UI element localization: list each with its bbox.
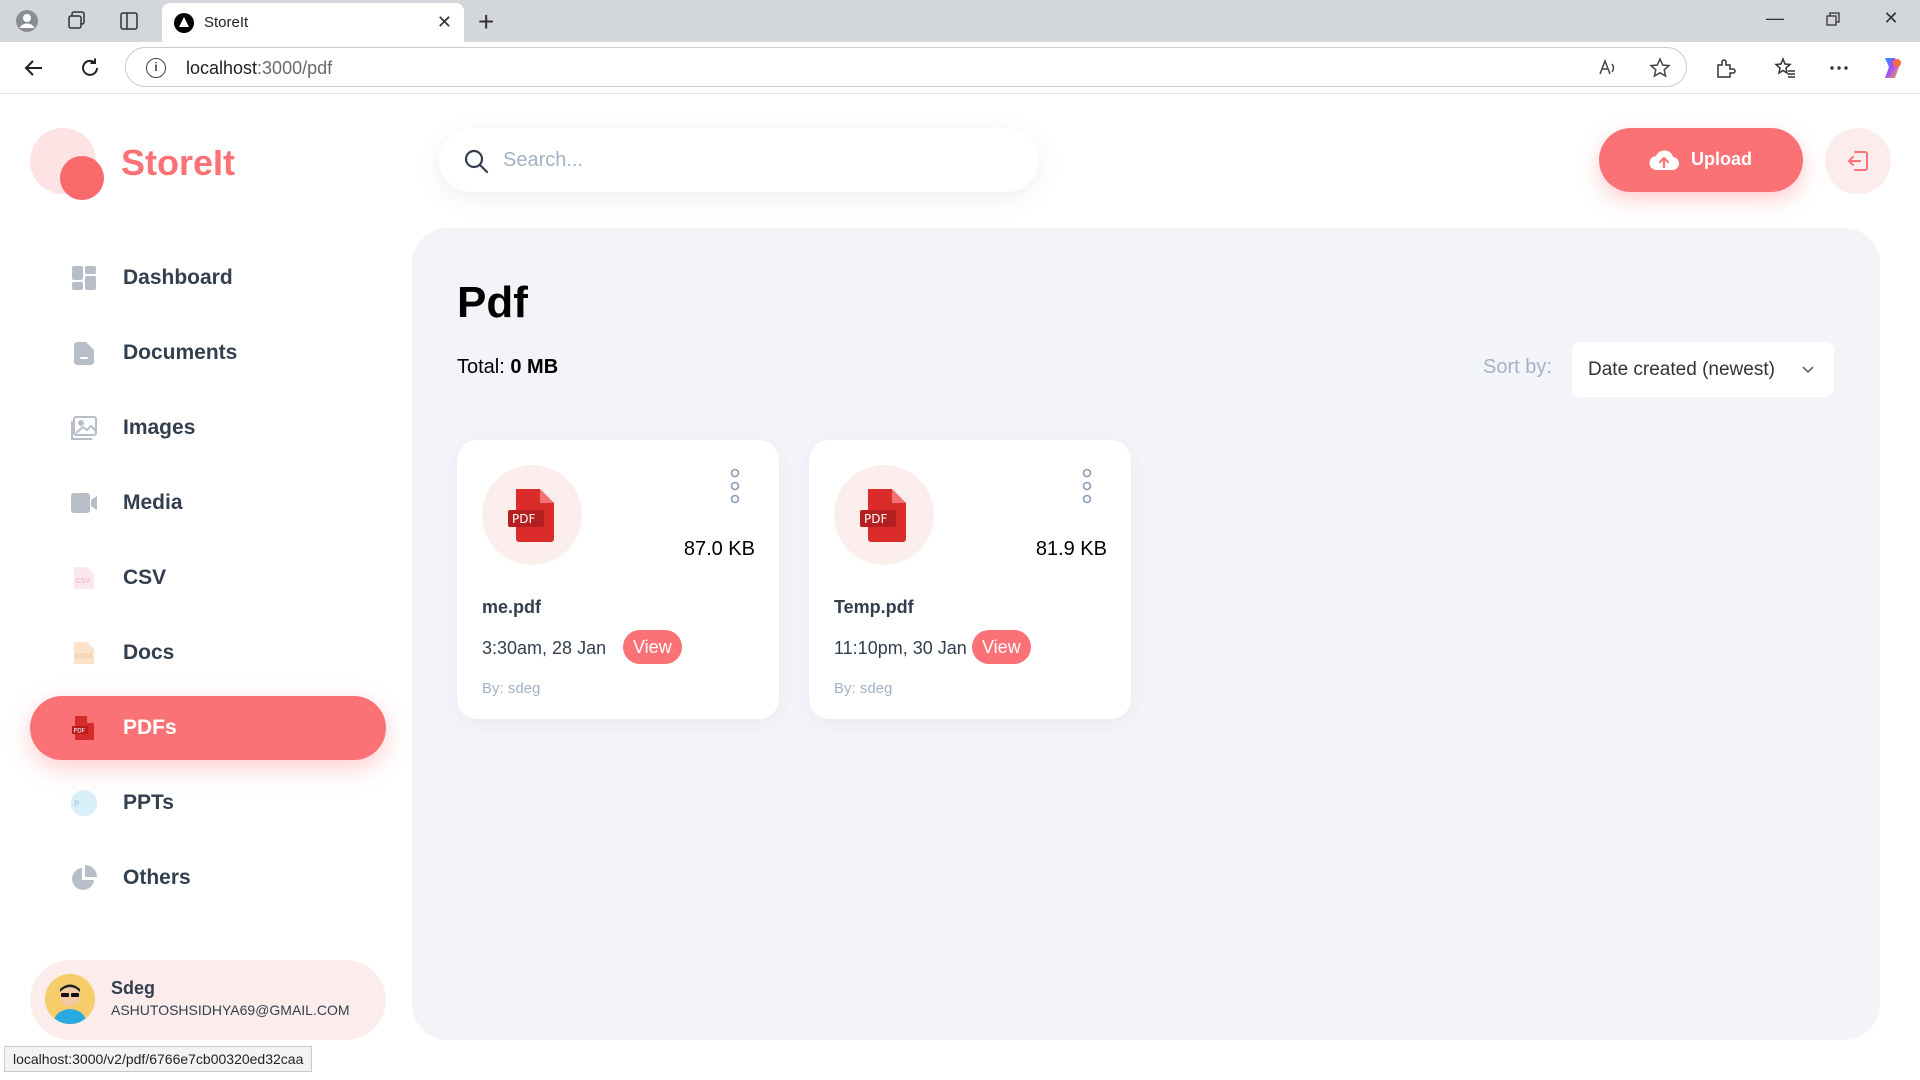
file-date: 3:30am, 28 Jan (482, 638, 607, 658)
page-title: Pdf (457, 278, 528, 327)
file-size: 81.9 KB (1035, 538, 1107, 560)
view-button[interactable]: View (623, 630, 682, 664)
sidebar-item-others[interactable]: Others (30, 846, 386, 910)
logout-icon (1848, 151, 1868, 171)
view-button[interactable]: View (972, 630, 1031, 664)
sidebar-item-media[interactable]: Media (30, 471, 386, 535)
svg-text:PDF: PDF (512, 512, 535, 526)
pdf-icon: PDF (70, 714, 98, 742)
sidebar-item-dashboard[interactable]: Dashboard (30, 246, 386, 310)
file-name: me.pdf (482, 597, 542, 617)
sidebar-item-csv[interactable]: CSV CSV (30, 546, 386, 610)
avatar (45, 974, 95, 1024)
back-icon[interactable] (20, 54, 48, 82)
storeit-logo[interactable] (30, 128, 110, 208)
main-content: Pdf Total: 0 MB Sort by: Date created (n… (412, 228, 1880, 1040)
storeit-app: StoreIt Dashboard Documents Images Media (5, 94, 1915, 1080)
pie-chart-icon (70, 864, 98, 892)
vertical-tabs-icon[interactable] (117, 9, 141, 33)
close-window-icon[interactable]: ✕ (1876, 8, 1906, 29)
favorite-star-icon[interactable] (1648, 56, 1672, 80)
file-date: 11:10pm, 30 Jan (834, 638, 967, 658)
file-name: Temp.pdf (834, 597, 914, 617)
url-field[interactable]: i localhost:3000/pdf (125, 47, 1687, 87)
brand-name[interactable]: StoreIt (121, 142, 235, 184)
sidebar-item-label: PDFs (123, 716, 177, 739)
extensions-icon[interactable] (1711, 54, 1739, 82)
chevron-down-icon (1802, 366, 1814, 374)
file-size: 87.0 KB (683, 538, 755, 560)
storeit-favicon (174, 13, 194, 33)
docx-icon: DOCX (70, 639, 98, 667)
refresh-icon[interactable] (76, 54, 104, 82)
site-info-icon[interactable]: i (146, 58, 166, 78)
more-actions-icon[interactable] (729, 468, 741, 504)
copilot-icon[interactable] (1878, 54, 1906, 82)
restore-icon[interactable] (1818, 8, 1848, 31)
user-profile-card[interactable]: Sdeg ASHUTOSHSIDHYA69@GMAIL.COM (30, 960, 386, 1040)
more-options-icon[interactable] (1825, 54, 1853, 82)
more-actions-icon[interactable] (1081, 468, 1093, 504)
sidebar-item-label: Docs (123, 641, 175, 664)
documents-icon (70, 339, 98, 367)
file-owner: By: sdeg (482, 680, 541, 697)
total-size: Total: 0 MB (457, 356, 559, 378)
ppt-icon: P (70, 789, 98, 817)
link-preview-status: localhost:3000/v2/pdf/6766e7cb00320ed32c… (4, 1046, 313, 1072)
logout-button[interactable] (1825, 128, 1891, 194)
sidebar-item-label: Images (123, 416, 196, 439)
sidebar-item-label: Dashboard (123, 266, 233, 289)
workspaces-icon[interactable] (65, 9, 89, 33)
sidebar-item-pdfs[interactable]: PDF PDFs (30, 696, 386, 760)
pdf-file-icon: PDF (482, 465, 582, 565)
browser-tab-strip: StoreIt ✕ + — ✕ (0, 0, 1920, 42)
user-name: Sdeg (111, 978, 156, 998)
sort-value: Date created (newest) (1588, 359, 1775, 380)
csv-icon: CSV (70, 564, 98, 592)
images-icon (70, 414, 98, 442)
sort-select[interactable]: Date created (newest) (1572, 342, 1834, 397)
browser-tab-active[interactable]: StoreIt ✕ (162, 3, 464, 42)
file-card[interactable]: PDF 87.0 KB me.pdf 3:30am, 28 Jan View B… (457, 440, 779, 719)
user-email: ASHUTOSHSIDHYA69@GMAIL.COM (111, 1002, 350, 1018)
sidebar-item-documents[interactable]: Documents (30, 321, 386, 385)
file-owner: By: sdeg (834, 680, 893, 697)
sidebar-item-images[interactable]: Images (30, 396, 386, 460)
file-card[interactable]: PDF 81.9 KB Temp.pdf 11:10pm, 30 Jan Vie… (809, 440, 1131, 719)
minimize-icon[interactable]: — (1760, 8, 1790, 29)
video-icon (70, 489, 98, 517)
dashboard-icon (70, 264, 98, 292)
svg-text:PDF: PDF (864, 512, 887, 526)
upload-label: Upload (1691, 149, 1752, 169)
sidebar-item-label: PPTs (123, 791, 174, 814)
pdf-file-icon: PDF (834, 465, 934, 565)
sidebar-item-label: CSV (123, 566, 167, 589)
url-text: localhost:3000/pdf (186, 58, 333, 78)
sidebar-item-docs[interactable]: DOCX Docs (30, 621, 386, 685)
sidebar-item-label: Others (123, 866, 191, 889)
svg-text:CSV: CSV (76, 577, 90, 585)
search-icon (464, 149, 489, 174)
close-tab-icon[interactable]: ✕ (437, 12, 452, 33)
tab-title: StoreIt (204, 14, 249, 31)
svg-text:P: P (74, 800, 80, 810)
svg-text:PDF: PDF (74, 728, 86, 735)
read-aloud-icon[interactable] (1596, 56, 1620, 80)
sidebar-item-label: Documents (123, 341, 238, 364)
new-tab-icon[interactable]: + (478, 6, 494, 38)
search-bar (439, 128, 1039, 192)
svg-text:DOCX: DOCX (75, 653, 93, 660)
browser-address-bar: i localhost:3000/pdf (0, 42, 1920, 94)
favorites-icon[interactable] (1771, 54, 1799, 82)
search-input[interactable] (503, 142, 1003, 178)
sidebar-item-ppts[interactable]: P PPTs (30, 771, 386, 835)
sidebar-item-label: Media (123, 491, 183, 514)
cloud-upload-icon (1649, 150, 1679, 171)
sort-label: Sort by: (1483, 356, 1552, 378)
profile-icon[interactable] (15, 9, 39, 33)
upload-button[interactable]: Upload (1599, 128, 1803, 192)
